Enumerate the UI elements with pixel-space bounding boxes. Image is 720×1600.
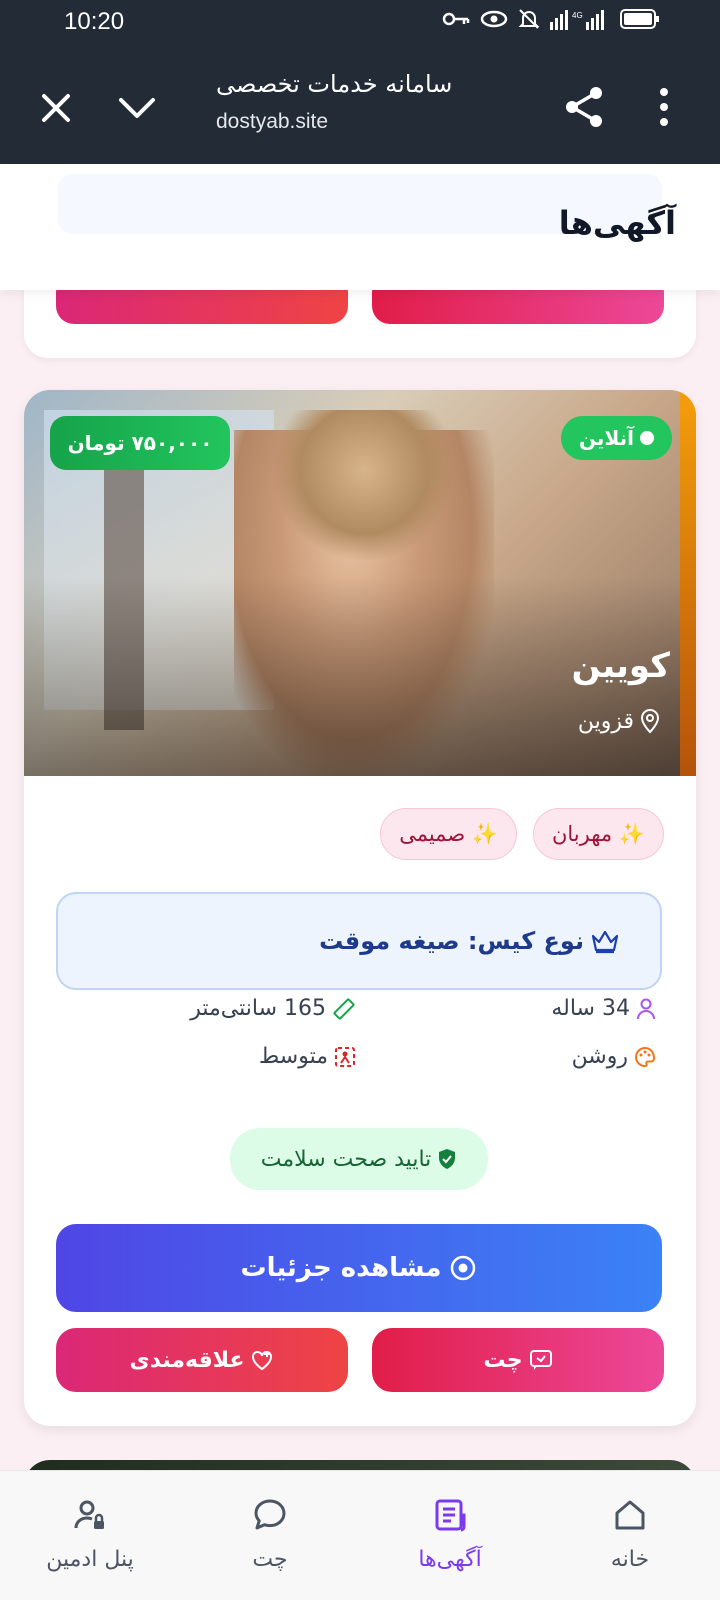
ruler-icon <box>333 998 355 1019</box>
view-details-button[interactable]: مشاهده جزئیات <box>56 1224 662 1312</box>
page-name: سامانه خدمات تخصصی <box>216 70 453 98</box>
svg-text:4G: 4G <box>572 11 583 20</box>
browser-toolbar: 10:20 4G سامانه خدمات تخصصی dostyab.site <box>0 0 720 164</box>
body-label: متوسط <box>258 1044 328 1069</box>
listing-card: آنلاین ۷۵۰,۰۰۰ تومان کویین قزوین ✨ مهربا… <box>24 390 696 1426</box>
chevron-down-icon[interactable] <box>115 88 159 128</box>
browser-row: سامانه خدمات تخصصی dostyab.site <box>0 60 720 150</box>
key-icon <box>442 12 470 26</box>
nav-listings-label: آگهی‌ها <box>418 1547 482 1572</box>
close-icon[interactable] <box>36 88 76 128</box>
eye-icon <box>480 10 508 28</box>
listing-photo[interactable]: آنلاین ۷۵۰,۰۰۰ تومان کویین قزوین <box>24 390 696 776</box>
price-badge: ۷۵۰,۰۰۰ تومان <box>50 416 230 470</box>
favorite-button[interactable]: علاقه‌مندی <box>56 1328 348 1392</box>
nav-admin-label: پنل ادمین <box>46 1547 134 1572</box>
nav-home-label: خانه <box>610 1547 650 1572</box>
age-attr: 34 ساله <box>551 996 656 1021</box>
case-type-label: نوع کیس: صیغه موقت <box>319 927 584 955</box>
age-label: 34 ساله <box>551 996 630 1021</box>
tag-friendly: ✨ صمیمی <box>380 808 517 860</box>
tag-kind: ✨ مهربان <box>532 808 664 860</box>
listing-name: کویین <box>571 646 670 686</box>
home-icon <box>615 1500 645 1530</box>
mute-bell-icon <box>518 9 540 29</box>
battery-icon <box>620 9 659 29</box>
chat-button[interactable]: چت <box>372 1328 664 1392</box>
admin-icon <box>74 1500 104 1529</box>
palette-icon <box>635 1046 656 1067</box>
case-type-box: نوع کیس: صیغه موقت <box>56 892 662 990</box>
tag-list: ✨ مهربان ✨ صمیمی <box>380 808 664 860</box>
favorite-label: علاقه‌مندی <box>129 1347 245 1373</box>
status-icons: 4G <box>442 8 660 30</box>
height-label: 165 سانتی‌متر <box>190 996 326 1021</box>
crown-icon <box>591 930 619 954</box>
user-icon <box>637 998 655 1019</box>
nav-chat[interactable]: چت <box>180 1471 360 1600</box>
chat-icon <box>254 1499 286 1530</box>
nav-listings[interactable]: آگهی‌ها <box>360 1471 540 1600</box>
nav-chat-label: چت <box>252 1547 288 1572</box>
body-icon <box>335 1046 355 1067</box>
signal-icon: 4G <box>550 10 604 30</box>
online-status-badge: آنلاین <box>560 416 672 460</box>
chat-bubble-icon <box>529 1350 552 1370</box>
online-status-label: آنلاین <box>578 426 634 450</box>
photo-edge <box>680 390 696 776</box>
health-label: تایید صحت سلامت <box>260 1146 432 1172</box>
height-attr: 165 سانتی‌متر <box>190 996 356 1021</box>
eye-icon <box>451 1255 476 1281</box>
status-clock: 10:20 <box>64 8 125 35</box>
nav-admin[interactable]: پنل ادمین <box>0 1471 180 1600</box>
health-badge: تایید صحت سلامت <box>230 1128 488 1190</box>
chat-label: چت <box>483 1347 523 1373</box>
url-block[interactable]: سامانه خدمات تخصصی dostyab.site <box>216 70 516 134</box>
shield-check-icon <box>439 1149 456 1169</box>
listings-icon <box>435 1499 466 1532</box>
heart-plus-icon <box>252 1350 273 1371</box>
city-label: قزوین <box>577 708 634 734</box>
domain-text: dostyab.site <box>216 110 329 133</box>
view-details-label: مشاهده جزئیات <box>240 1253 442 1283</box>
more-vert-icon[interactable] <box>652 84 676 130</box>
nav-home[interactable]: خانه <box>540 1471 720 1600</box>
online-dot-icon <box>640 431 654 445</box>
skin-attr: روشن <box>572 1044 656 1069</box>
bottom-nav: خانه آگهی‌ها چت پنل ادمین <box>0 1470 720 1600</box>
page-header: آگهی‌ها <box>0 164 720 290</box>
page-title: آگهی‌ها <box>558 204 676 242</box>
listing-city: قزوین <box>578 708 662 734</box>
location-pin-icon <box>640 709 660 734</box>
status-bar: 10:20 4G <box>0 0 720 44</box>
share-icon[interactable] <box>562 84 606 130</box>
body-attr: متوسط <box>259 1044 356 1069</box>
photo-hair <box>274 410 454 560</box>
skin-label: روشن <box>571 1044 628 1069</box>
